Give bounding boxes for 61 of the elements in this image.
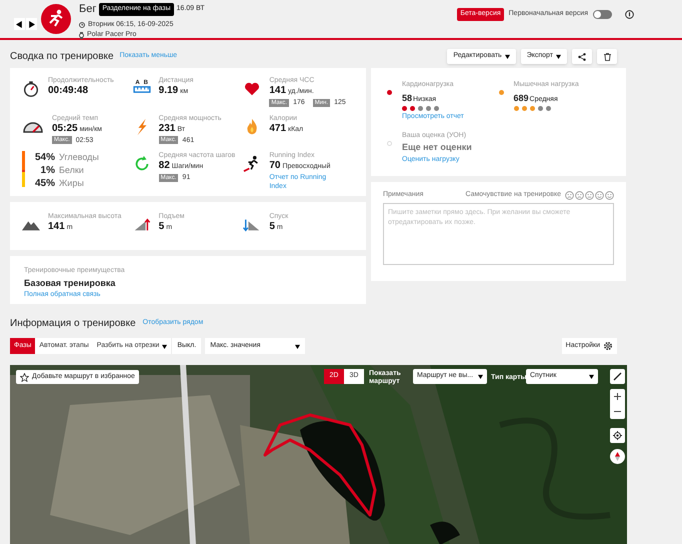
macro-percent: 1% — [40, 165, 55, 178]
macro-label: Углеводы — [59, 151, 99, 164]
caret-icon — [162, 344, 168, 348]
rpe-value: Еще нет оценки — [402, 141, 472, 154]
locate-button[interactable] — [610, 428, 625, 443]
watch-icon — [79, 32, 84, 39]
section-title: Сводка по тренировке — [10, 50, 114, 64]
macro-percent: 54% — [34, 152, 55, 164]
next-button[interactable] — [26, 18, 37, 30]
sport-title: Бег — [79, 2, 96, 17]
macro-percent: 45% — [34, 178, 55, 190]
metric-value: 82 — [158, 160, 170, 172]
load-value: 58 — [402, 92, 412, 104]
diagonal-line-icon — [613, 372, 622, 381]
metric-value: 70 — [269, 160, 280, 172]
trash-icon — [604, 52, 610, 60]
share-button[interactable] — [572, 49, 592, 64]
settings-icon — [603, 341, 613, 351]
section-title: Информация о тренировке — [10, 317, 136, 331]
benefit-value: Базовая тренировка — [24, 276, 116, 290]
macro-label: Белки — [59, 164, 84, 176]
caret-icon — [589, 374, 594, 379]
share-icon — [578, 52, 586, 60]
caret-icon — [556, 54, 561, 59]
mood-face-icon[interactable] — [565, 190, 574, 200]
metric-value: 05:25 — [52, 122, 78, 135]
compass-needle-icon — [615, 452, 620, 461]
caret-icon — [295, 344, 300, 348]
metric-value: 141 — [48, 221, 65, 233]
metric-value: 231 — [158, 122, 176, 135]
minus-icon — [614, 408, 621, 415]
caret-icon — [504, 54, 510, 59]
mood-face-icon[interactable] — [585, 190, 594, 200]
delete-button[interactable] — [597, 49, 617, 64]
heart-icon — [243, 80, 262, 98]
original-version-switch[interactable] — [593, 10, 612, 19]
info-icon[interactable] — [625, 10, 634, 19]
stopwatch-icon — [22, 80, 40, 98]
caret-icon — [478, 374, 483, 379]
left-triangle-icon — [16, 20, 23, 28]
macro-label: Жиры — [59, 177, 84, 190]
mood-face-icon[interactable] — [605, 190, 614, 200]
mood-face-icon[interactable] — [575, 190, 584, 200]
metric-value: 00:49:48 — [48, 85, 88, 97]
crosshair-icon — [613, 431, 622, 440]
metric-value: 141 — [269, 85, 286, 97]
mood-face-icon[interactable] — [595, 190, 604, 200]
load-value: 689 — [514, 92, 529, 104]
running-sport-icon — [41, 4, 71, 34]
metric-value: 471 — [269, 122, 286, 135]
right-triangle-icon — [28, 20, 35, 28]
metric-value: 5 — [158, 221, 164, 233]
plus-icon — [614, 393, 621, 400]
clock-icon — [79, 22, 85, 28]
ruler-icon — [132, 86, 151, 93]
circular-arrow-icon — [132, 155, 151, 174]
previous-button[interactable] — [14, 18, 25, 30]
metric-value: 5 — [269, 221, 275, 233]
fullscreen-button[interactable] — [610, 369, 625, 384]
star-icon — [20, 372, 29, 382]
metric-value: 9.19 — [158, 85, 178, 97]
